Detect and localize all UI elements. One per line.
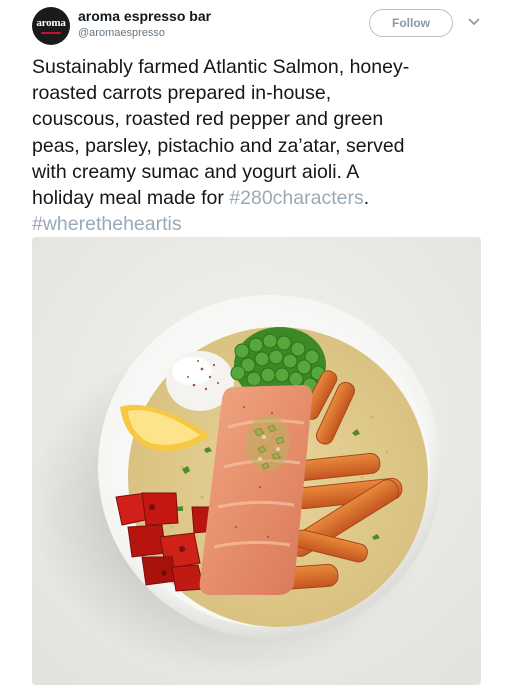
avatar[interactable]: aroma — [32, 7, 70, 45]
tweet-text-segment: . — [363, 187, 370, 210]
tweet-line: #wheretheheartis — [32, 211, 482, 237]
display-name[interactable]: aroma espresso bar — [78, 8, 211, 24]
follow-button[interactable]: Follow — [369, 9, 453, 37]
salmon-bowl-image — [32, 237, 481, 685]
avatar-logo-text: aroma — [36, 17, 66, 29]
tweet-line: with creamy sumac and yogurt aioli. A — [32, 160, 360, 183]
tweet-line: roasted carrots prepared in-house, — [32, 82, 332, 105]
chevron-down-icon[interactable] — [466, 14, 482, 30]
hashtag-link[interactable]: #wheretheheartis — [32, 213, 182, 235]
tweet-line: peas, parsley, pistachio and za’atar, se… — [32, 134, 405, 157]
tweet-text-segment: holiday meal made for — [32, 187, 230, 210]
account-handle[interactable]: @aromaespresso — [78, 27, 165, 39]
tweet-line: Sustainably farmed Atlantic Salmon, hone… — [32, 56, 410, 78]
tweet-header: aroma aroma espresso bar @aromaespresso … — [0, 0, 505, 50]
tweet-photo[interactable] — [32, 237, 481, 685]
tweet-line: couscous, roasted red pepper and green — [32, 108, 384, 131]
tweet-line: holiday meal made for #280characters. — [32, 185, 482, 211]
tweet-text: Sustainably farmed Atlantic Salmon, hone… — [32, 54, 482, 237]
hashtag-link[interactable]: #280characters — [229, 187, 363, 209]
avatar-logo-accent — [41, 32, 61, 34]
